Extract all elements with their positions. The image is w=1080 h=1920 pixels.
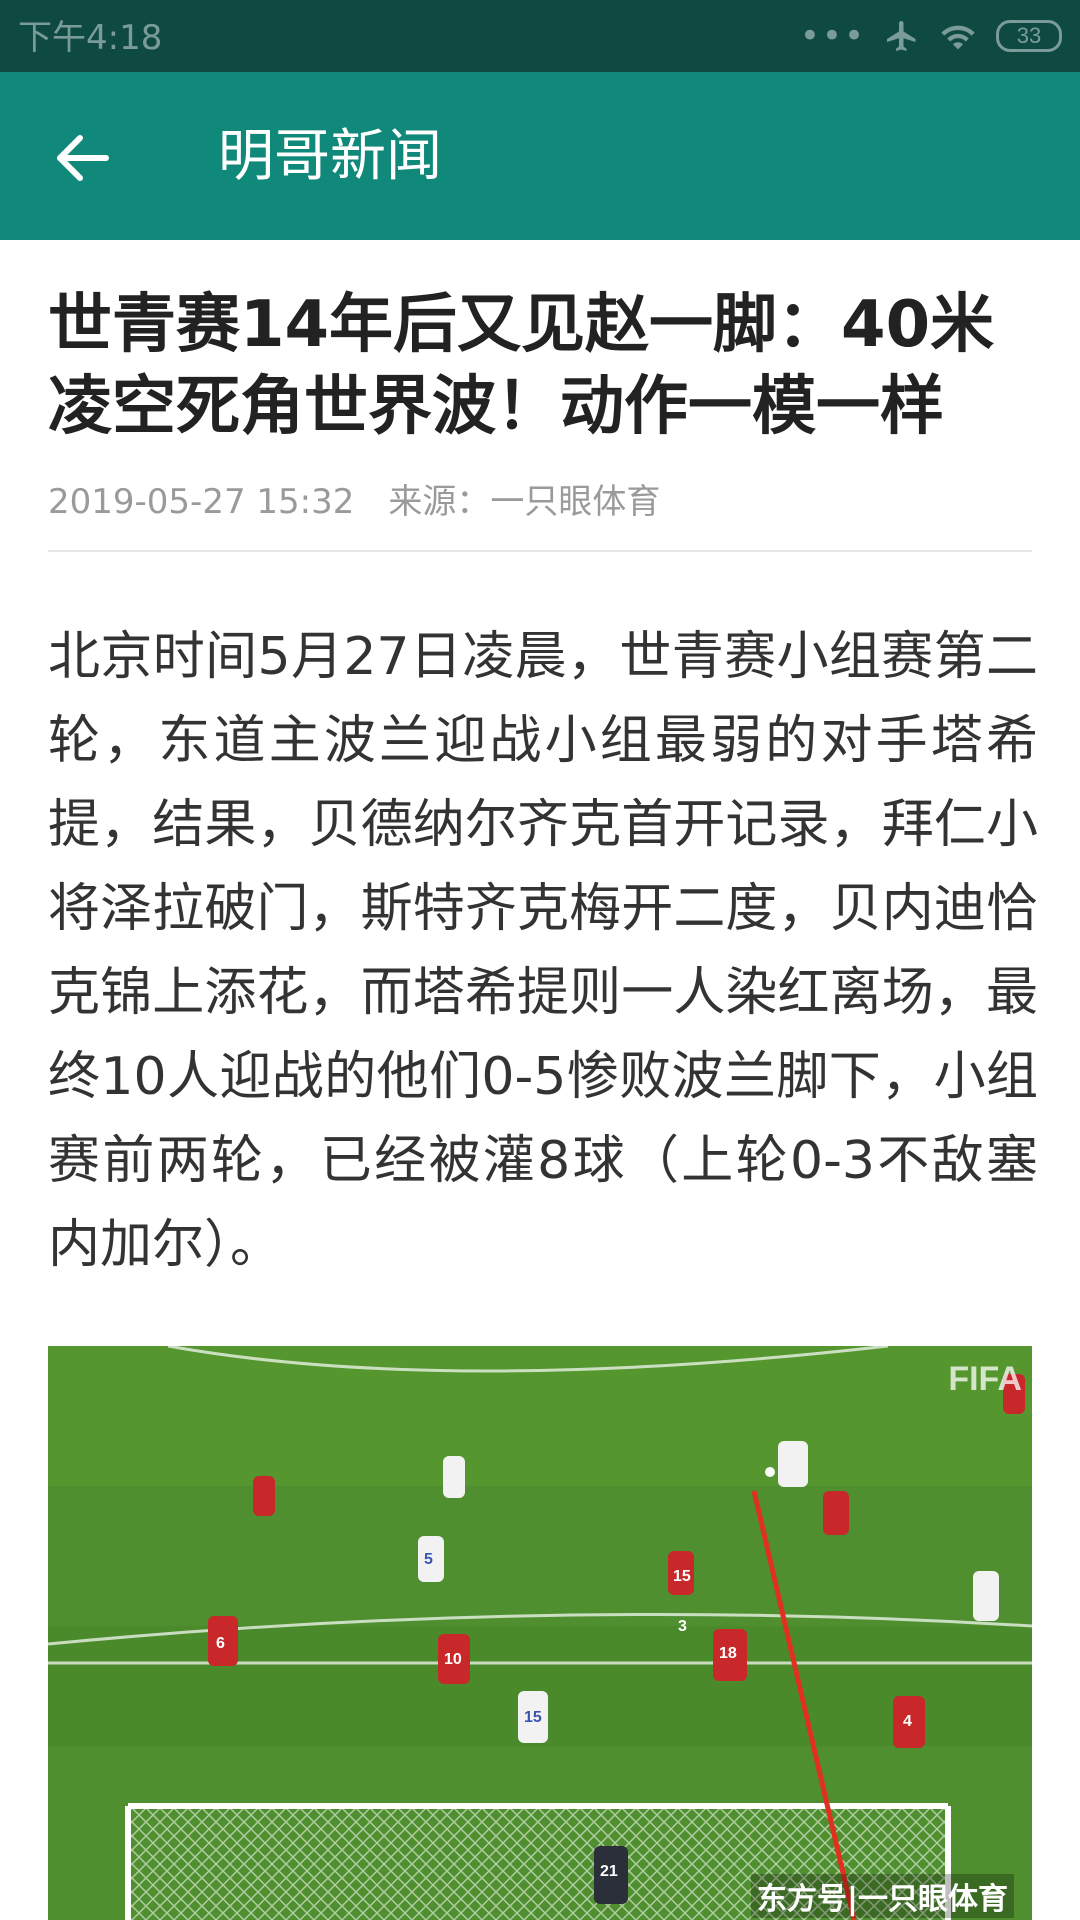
airplane-icon (887, 21, 916, 51)
ball (765, 1467, 775, 1477)
battery-icon: 33 (996, 20, 1062, 52)
jersey-number: 18 (719, 1645, 737, 1662)
jersey-number: 10 (444, 1651, 462, 1668)
article-body: 北京时间5月27日凌晨，世青赛小组赛第二轮，东道主波兰迎战小组最弱的对手塔希提，… (48, 627, 1038, 1275)
back-button[interactable] (44, 118, 124, 198)
article-image[interactable]: 15 5 3 6 10 18 15 4 21 FIFA 东方号|一只眼体育 (48, 1346, 1032, 1920)
app-bar: 明哥新闻 (0, 72, 1080, 240)
status-icons: ••• 33 (800, 16, 1062, 56)
article-source: 来源：一只眼体育 (388, 482, 661, 522)
more-dots-icon: ••• (799, 16, 866, 56)
jersey-number: 21 (600, 1863, 618, 1880)
status-bar: 下午4:18 ••• 33 (0, 0, 1080, 72)
watermark-bottom: 东方号|一只眼体育 (751, 1874, 1014, 1918)
app-title: 明哥新闻 (218, 124, 442, 189)
jersey-number: 3 (678, 1618, 687, 1635)
article-title: 世青赛14年后又见赵一脚：40米凌空死角世界波！动作一模一样 (48, 288, 995, 444)
jersey-number: 6 (216, 1635, 225, 1652)
watermark-top: FIFA (948, 1360, 1022, 1398)
article-meta: 2019-05-27 15:32 来源：一只眼体育 (48, 480, 660, 524)
article-date: 2019-05-27 15:32 (48, 482, 355, 522)
jersey-number: 15 (524, 1709, 542, 1726)
arrow-left-icon (57, 135, 109, 181)
jersey-number: 15 (673, 1568, 691, 1585)
jersey-number: 4 (903, 1713, 912, 1730)
football-scene: 15 5 3 6 10 18 15 4 21 (48, 1346, 1032, 1920)
wifi-icon (941, 25, 975, 50)
divider (48, 550, 1032, 552)
status-time: 下午4:18 (18, 18, 163, 58)
jersey-number: 5 (424, 1551, 433, 1568)
